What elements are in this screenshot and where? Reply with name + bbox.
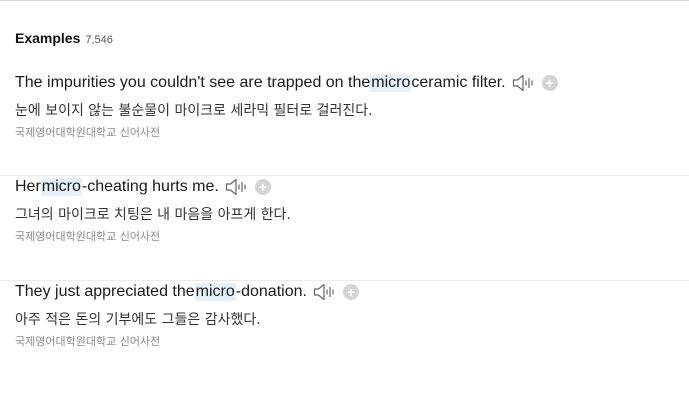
- highlighted-word: micro: [40, 178, 82, 196]
- example-english-text: -cheating hurts me.: [81, 178, 219, 195]
- example-source: 국제영어대학원대학교 신어사전: [15, 126, 161, 139]
- example-item: The impurities you couldn't see are trap…: [0, 72, 689, 176]
- add-plus-icon[interactable]: +: [541, 75, 558, 91]
- add-plus-icon[interactable]: +: [254, 179, 271, 195]
- example-source: 국제영어대학원대학교 신어사전: [15, 230, 161, 243]
- example-item: Her micro -cheating hurts me. + 그녀의 마이크로 …: [0, 175, 689, 280]
- speaker-icon[interactable]: [225, 177, 249, 197]
- example-english: Her micro -cheating hurts me. +: [15, 176, 271, 198]
- example-english-text: The impurities you couldn't see are trap…: [15, 74, 371, 91]
- add-plus-icon[interactable]: +: [342, 284, 359, 300]
- example-english-text: Her: [15, 178, 41, 195]
- example-item: They just appreciated the micro -donation…: [0, 280, 689, 385]
- example-korean: 눈에 보이지 않는 불순물이 마이크로 세라믹 필터로 걸러진다.: [15, 103, 373, 119]
- example-english-text: They just appreciated the: [15, 283, 195, 300]
- example-korean: 아주 적은 돈의 기부에도 그들은 감사했다.: [15, 312, 261, 328]
- example-english-text: ceramic filter.: [411, 74, 506, 91]
- examples-title: Examples: [15, 30, 81, 46]
- speaker-icon[interactable]: [313, 282, 337, 302]
- speaker-icon[interactable]: [512, 73, 536, 93]
- top-divider: [0, 0, 689, 1]
- example-english-text: -donation.: [235, 283, 307, 300]
- examples-count: 7,546: [85, 34, 113, 46]
- example-source: 국제영어대학원대학교 신어사전: [15, 335, 161, 348]
- examples-header: Examples 7,546: [15, 30, 113, 48]
- example-english: The impurities you couldn't see are trap…: [15, 72, 558, 94]
- example-korean: 그녀의 마이크로 치팅은 내 마음을 아프게 한다.: [15, 207, 291, 223]
- highlighted-word: micro: [194, 283, 236, 301]
- example-english: They just appreciated the micro -donation…: [15, 281, 359, 303]
- highlighted-word: micro: [370, 74, 412, 92]
